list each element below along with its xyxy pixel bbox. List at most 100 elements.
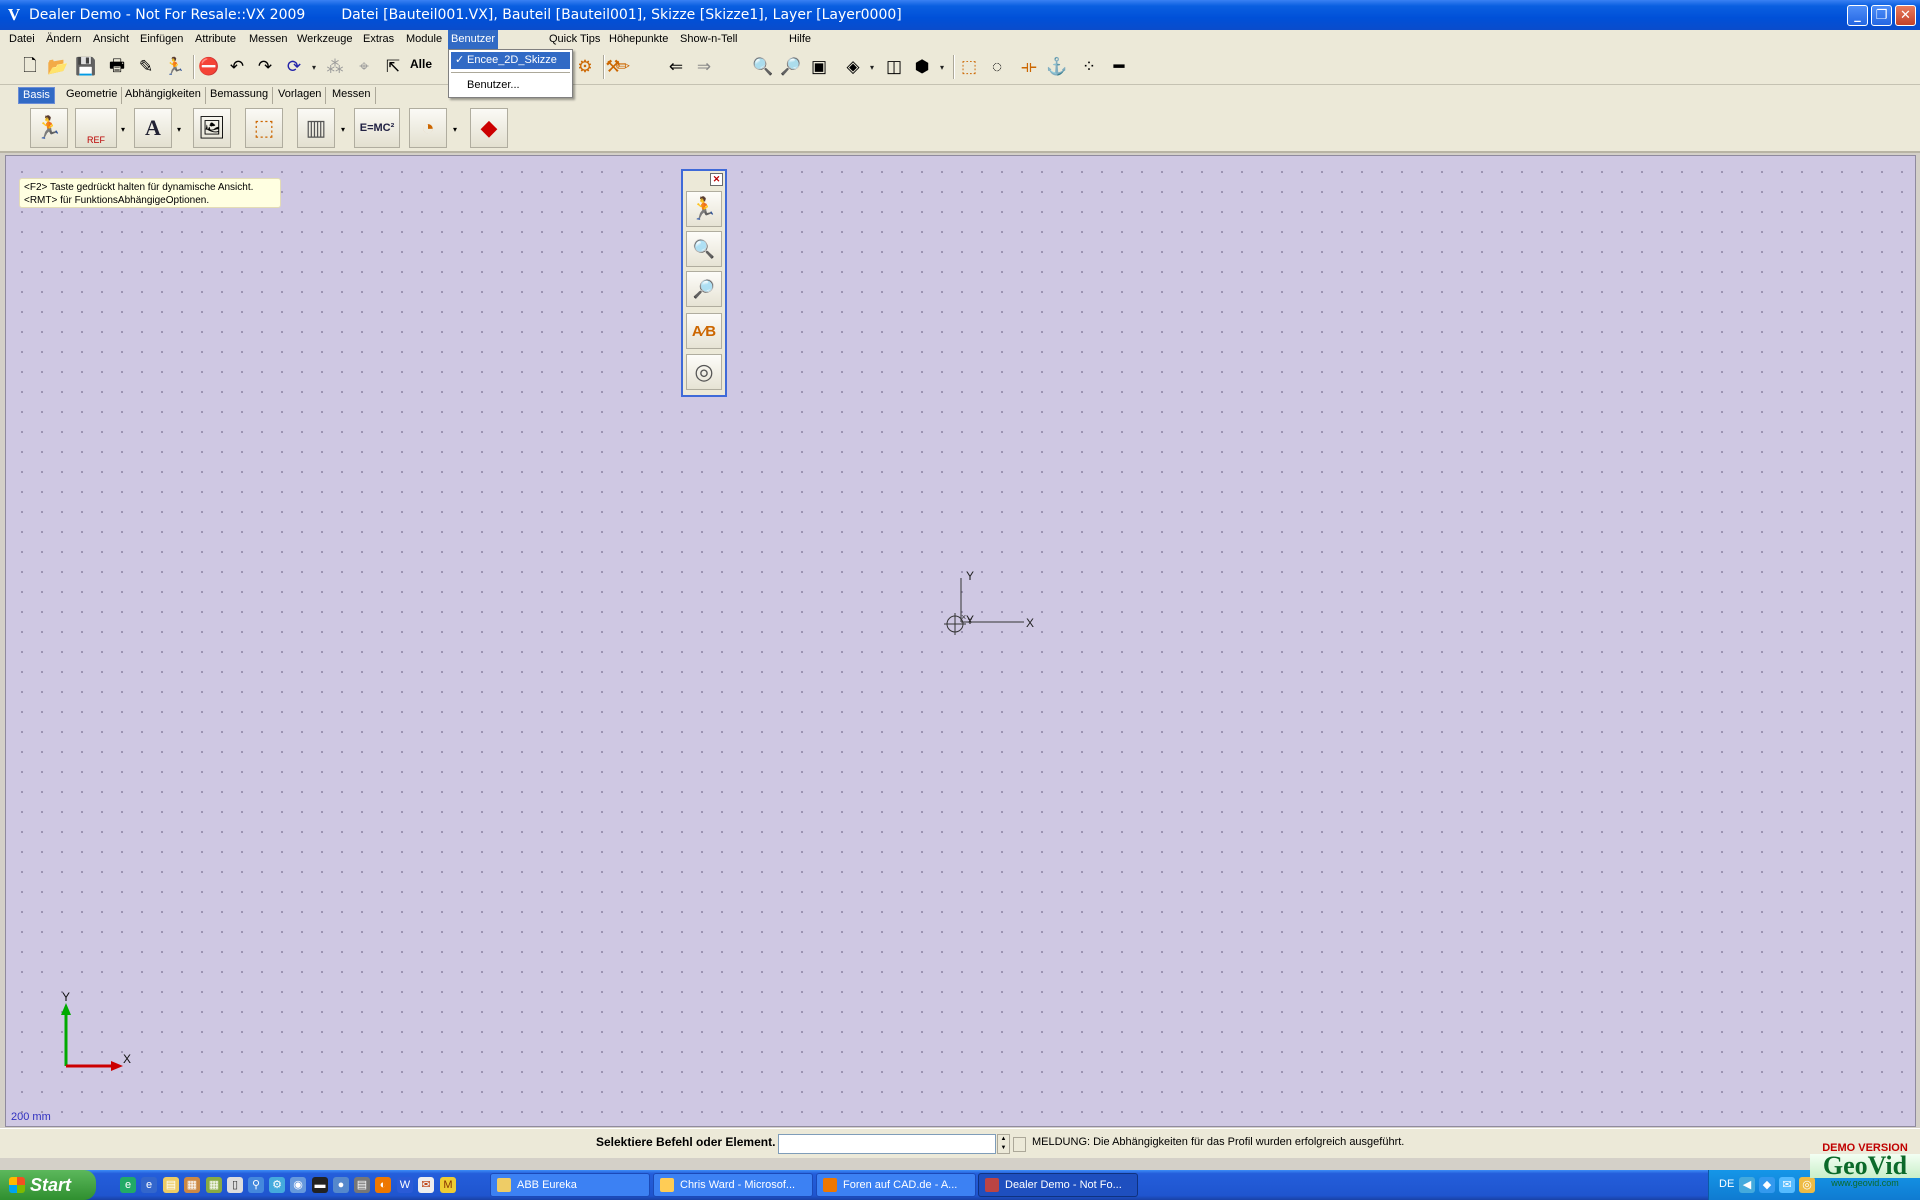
tab-vorlagen[interactable]: Vorlagen xyxy=(274,87,327,104)
chevron-down-icon[interactable]: ▾ xyxy=(341,125,345,134)
chevron-down-icon[interactable]: ▾ xyxy=(453,125,457,134)
chevron-down-icon[interactable]: ▾ xyxy=(121,125,125,134)
pick-filter-icon[interactable]: ⇱ xyxy=(380,54,406,80)
web-icon[interactable]: ◉ xyxy=(290,1177,306,1193)
pattern-icon[interactable]: ▥ xyxy=(297,108,335,148)
zoom-all-icon[interactable]: 🔍 xyxy=(750,54,776,80)
chevron-down-icon[interactable]: ▾ xyxy=(940,63,944,72)
terminal-icon[interactable]: ▬ xyxy=(312,1177,328,1193)
menu-messen[interactable]: Messen xyxy=(246,32,291,46)
menu-module[interactable]: Module xyxy=(403,32,445,46)
orient-view-icon[interactable]: ◈ xyxy=(840,54,866,80)
open-folder-icon[interactable]: 📂 xyxy=(45,54,71,80)
circle-icon[interactable]: ◔ xyxy=(409,108,447,148)
document-icon[interactable]: ▯ xyxy=(227,1177,243,1193)
task-foren-cad[interactable]: Foren auf CAD.de - A... xyxy=(816,1173,976,1197)
color-palette-icon[interactable]: ◆ xyxy=(470,108,508,148)
zoom-window-icon[interactable]: 🔎 xyxy=(778,54,804,80)
menu-ansicht[interactable]: Ansicht xyxy=(90,32,132,46)
exit-function-icon[interactable]: 🏃 xyxy=(162,54,188,80)
layout-icon[interactable]: ◫ xyxy=(881,54,907,80)
menu-hoehepunkte[interactable]: Höhepunkte xyxy=(606,32,671,46)
zoom-out-icon[interactable]: 🔎 xyxy=(686,271,722,307)
tray-icon[interactable]: ◀ xyxy=(1739,1177,1755,1193)
reference-geometry-button[interactable]: REF xyxy=(75,108,117,148)
tab-basis[interactable]: Basis xyxy=(18,87,55,104)
task-abb-eureka[interactable]: ABB Eureka xyxy=(490,1173,650,1197)
grid-icon[interactable]: ⬚ xyxy=(956,54,982,80)
eraser-icon[interactable]: ✎ xyxy=(133,54,159,80)
spiral-icon[interactable]: ◎ xyxy=(686,354,722,390)
language-indicator[interactable]: DE xyxy=(1719,1178,1734,1190)
previous-view-icon[interactable]: ⇐ xyxy=(663,54,689,80)
next-view-icon[interactable]: ⇒ xyxy=(691,54,717,80)
equation-button[interactable]: E=MC² xyxy=(354,108,400,148)
restore-icon[interactable]: ❐ xyxy=(1871,5,1892,26)
menu-quick-tips[interactable]: Quick Tips xyxy=(546,32,603,46)
app-icon[interactable]: ▦ xyxy=(184,1177,200,1193)
tab-abhaengigkeiten[interactable]: Abhängigkeiten xyxy=(121,87,206,104)
minimize-icon[interactable]: _ xyxy=(1847,5,1868,26)
save-icon[interactable]: 💾 xyxy=(73,54,99,80)
exit-sketch-icon[interactable]: 🏃 xyxy=(686,191,722,227)
start-button[interactable]: Start xyxy=(0,1170,96,1200)
browser-icon[interactable]: e xyxy=(141,1177,157,1193)
dropdown-item-encee-2d-skizze[interactable]: ✓ Encee_2D_Skizze xyxy=(451,52,570,69)
edit-sketch-icon[interactable]: ✏ xyxy=(610,54,636,80)
shaded-cube-icon[interactable]: ⬢ xyxy=(909,54,935,80)
input-history-button[interactable] xyxy=(1013,1137,1026,1152)
word-icon[interactable]: W xyxy=(397,1177,413,1193)
menu-extras[interactable]: Extras xyxy=(360,32,397,46)
media-icon[interactable]: ● xyxy=(333,1177,349,1193)
folder-icon[interactable]: ▤ xyxy=(163,1177,179,1193)
menu-einfuegen[interactable]: Einfügen xyxy=(137,32,186,46)
app-icon[interactable]: ▦ xyxy=(206,1177,222,1193)
redo-icon[interactable]: ↷ xyxy=(252,54,278,80)
image-icon[interactable]: 🖼 xyxy=(193,108,231,148)
tab-messen[interactable]: Messen xyxy=(328,87,376,104)
app-icon[interactable]: ▤ xyxy=(354,1177,370,1193)
snap-circle-icon[interactable]: ◌ xyxy=(984,54,1010,80)
firefox-icon[interactable]: ◐ xyxy=(375,1177,391,1193)
exit-sketch-icon[interactable]: 🏃 xyxy=(30,108,68,148)
chevron-down-icon[interactable]: ▾ xyxy=(312,63,316,72)
new-file-icon[interactable]: 🗋 xyxy=(17,54,43,80)
menu-attribute[interactable]: Attribute xyxy=(192,32,239,46)
tab-geometrie[interactable]: Geometrie xyxy=(62,87,123,104)
filter-select[interactable]: Alle xyxy=(410,57,432,71)
cancel-icon[interactable]: ⛔ xyxy=(196,54,222,80)
close-icon[interactable]: ✕ xyxy=(710,173,723,186)
menu-benutzer[interactable]: Benutzer xyxy=(448,30,499,49)
view-box-icon[interactable]: ▣ xyxy=(806,54,832,80)
task-dealer-demo[interactable]: Dealer Demo - Not Fo... xyxy=(978,1173,1138,1197)
tab-bemassung[interactable]: Bemassung xyxy=(206,87,274,104)
chevron-down-icon[interactable]: ▾ xyxy=(870,63,874,72)
undo-icon[interactable]: ↶ xyxy=(224,54,250,80)
tool-icon[interactable]: ⚙ xyxy=(269,1177,285,1193)
chevron-down-icon[interactable]: ▾ xyxy=(177,125,181,134)
dropdown-item-benutzer[interactable]: Benutzer... xyxy=(451,77,570,94)
regenerate-icon[interactable]: ⟳ xyxy=(281,54,307,80)
app-m-icon[interactable]: M xyxy=(440,1177,456,1193)
mail-icon[interactable]: ✉ xyxy=(418,1177,434,1193)
sketch-icon[interactable]: ⚙ xyxy=(572,54,598,80)
print-icon[interactable]: 🖶 xyxy=(104,54,130,80)
network-icon[interactable]: ⚲ xyxy=(248,1177,264,1193)
filter-icon[interactable]: ⌖ xyxy=(351,54,377,80)
drawing-canvas[interactable]: <F2> Taste gedrückt halten für dynamisch… xyxy=(5,155,1916,1127)
menu-werkzeuge[interactable]: Werkzeuge xyxy=(294,32,355,46)
dimension-icon[interactable]: ⟛ xyxy=(1016,54,1042,80)
tray-mail-icon[interactable]: ✉ xyxy=(1779,1177,1795,1193)
menu-aendern[interactable]: Ändern xyxy=(43,32,84,46)
line-weight-icon[interactable]: ━ xyxy=(1106,54,1132,80)
close-icon[interactable]: ✕ xyxy=(1895,5,1916,26)
menu-datei[interactable]: Datei xyxy=(6,32,38,46)
anchor-icon[interactable]: ⚓ xyxy=(1044,54,1070,80)
tray-icon[interactable]: ◆ xyxy=(1759,1177,1775,1193)
pick-points-icon[interactable]: ⁂ xyxy=(322,54,348,80)
text-button[interactable]: A xyxy=(134,108,172,148)
rectangle-icon[interactable]: ⬚ xyxy=(245,108,283,148)
footprints-icon[interactable]: ⁘ xyxy=(1076,54,1102,80)
task-chris-ward[interactable]: Chris Ward - Microsof... xyxy=(653,1173,813,1197)
spin-buttons[interactable]: ▲ ▼ xyxy=(997,1134,1010,1154)
